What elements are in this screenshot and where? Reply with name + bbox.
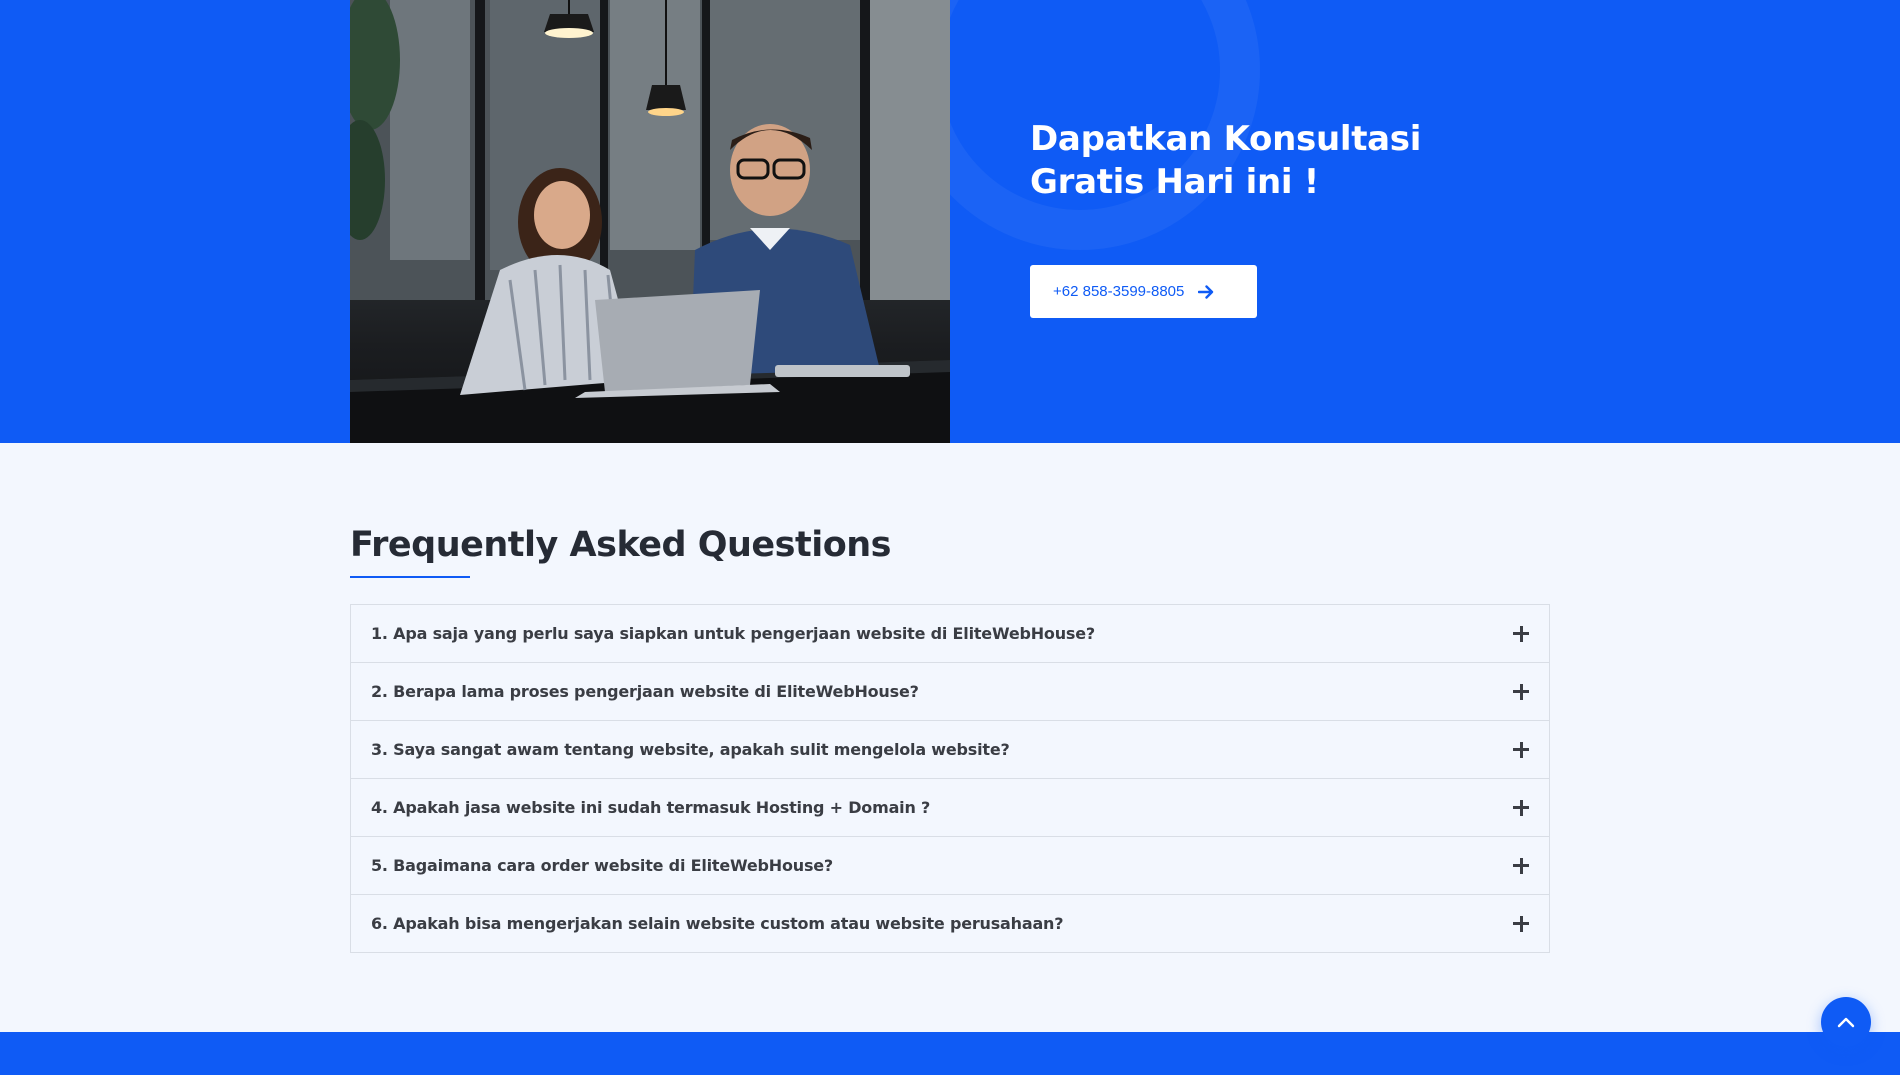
faq-item-5[interactable]: 5. Bagaimana cara order website di Elite… [351, 837, 1549, 895]
chevron-up-icon [1837, 1017, 1855, 1028]
faq-item-1[interactable]: 1. Apa saja yang perlu saya siapkan untu… [351, 605, 1549, 663]
faq-question: 6. Apakah bisa mengerjakan selain websit… [371, 914, 1064, 933]
plus-icon[interactable] [1513, 915, 1529, 932]
faq-question: 4. Apakah jasa website ini sudah termasu… [371, 798, 931, 817]
faq-heading: Frequently Asked Questions [350, 525, 892, 565]
arrow-right-icon [1198, 284, 1214, 299]
cta-title-line1: Dapatkan Konsultasi [1030, 119, 1422, 159]
phone-button-label: +62 858-3599-8805 [1053, 283, 1185, 300]
plus-icon[interactable] [1513, 741, 1529, 758]
scroll-to-top-button[interactable] [1821, 997, 1871, 1047]
plus-icon[interactable] [1513, 799, 1529, 816]
plus-icon[interactable] [1513, 683, 1529, 700]
faq-item-2[interactable]: 2. Berapa lama proses pengerjaan website… [351, 663, 1549, 721]
plus-icon[interactable] [1513, 857, 1529, 874]
faq-accordion: 1. Apa saja yang perlu saya siapkan untu… [350, 604, 1550, 953]
faq-question: 5. Bagaimana cara order website di Elite… [371, 856, 834, 875]
faq-item-6[interactable]: 6. Apakah bisa mengerjakan selain websit… [351, 895, 1549, 952]
cta-title: Dapatkan Konsultasi Gratis Hari ini ! [1030, 118, 1550, 204]
faq-item-4[interactable]: 4. Apakah jasa website ini sudah termasu… [351, 779, 1549, 837]
plus-icon[interactable] [1513, 625, 1529, 642]
office-meeting-photo [350, 0, 950, 443]
footer-band [0, 1032, 1900, 1075]
faq-question: 1. Apa saja yang perlu saya siapkan untu… [371, 624, 1095, 643]
faq-heading-underline [350, 576, 470, 578]
faq-question: 2. Berapa lama proses pengerjaan website… [371, 682, 919, 701]
phone-contact-button[interactable]: +62 858-3599-8805 [1030, 265, 1257, 318]
consultation-cta-section: Dapatkan Konsultasi Gratis Hari ini ! +6… [0, 0, 1900, 443]
faq-item-3[interactable]: 3. Saya sangat awam tentang website, apa… [351, 721, 1549, 779]
cta-title-line2: Gratis Hari ini ! [1030, 162, 1320, 202]
faq-question: 3. Saya sangat awam tentang website, apa… [371, 740, 1010, 759]
